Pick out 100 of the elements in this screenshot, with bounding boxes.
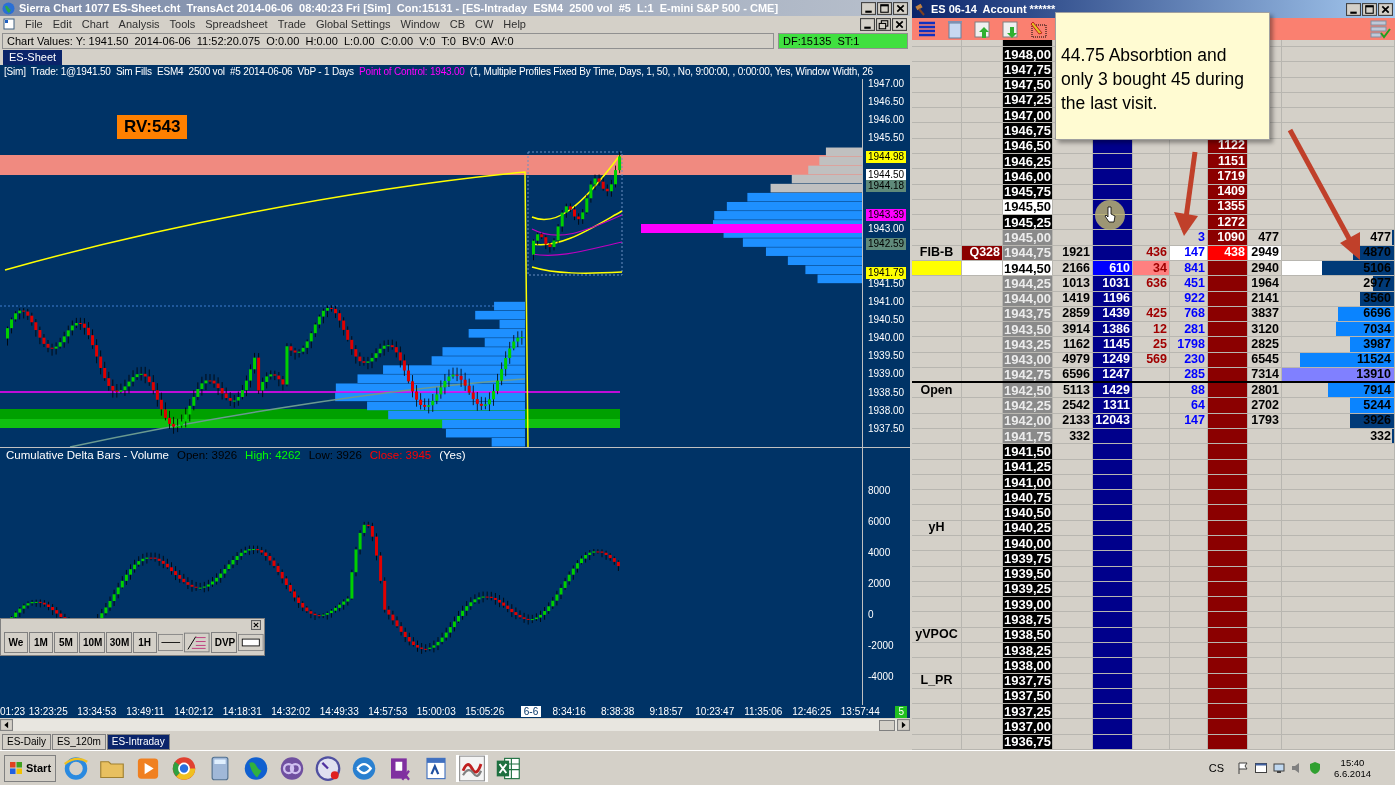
- timeframe-button[interactable]: 1M: [29, 632, 53, 653]
- document-icon[interactable]: [3, 18, 15, 30]
- ask-cell[interactable]: [1208, 383, 1248, 398]
- menu-item[interactable]: Trade: [277, 18, 306, 30]
- language-indicator[interactable]: CS: [1208, 762, 1224, 774]
- timeframe-button[interactable]: 5M: [54, 632, 78, 653]
- line-tool-icon[interactable]: [157, 632, 184, 653]
- ask-cell[interactable]: [1208, 704, 1248, 719]
- checklist-icon[interactable]: [1368, 19, 1392, 39]
- scroll-left-icon[interactable]: [0, 719, 13, 731]
- ask-cell[interactable]: [1208, 505, 1248, 520]
- ask-cell[interactable]: [1208, 444, 1248, 459]
- close-button[interactable]: [251, 620, 261, 630]
- bid-cell[interactable]: [1093, 429, 1133, 444]
- chart-tab[interactable]: ES-Intraday: [106, 734, 170, 750]
- menu-item[interactable]: File: [25, 18, 43, 30]
- close-button[interactable]: [1378, 2, 1393, 16]
- bid-cell[interactable]: 1311: [1093, 398, 1133, 413]
- minimize-button[interactable]: [860, 17, 875, 31]
- minimize-button[interactable]: [1346, 2, 1361, 16]
- ask-cell[interactable]: 1090: [1208, 230, 1248, 245]
- scroll-right-icon[interactable]: [897, 719, 910, 731]
- bid-cell[interactable]: [1093, 704, 1133, 719]
- menu-item[interactable]: Help: [503, 18, 526, 30]
- price-cell[interactable]: 1946,00: [1003, 169, 1053, 184]
- price-cell[interactable]: 1941,50: [1003, 444, 1053, 459]
- ask-cell[interactable]: [1208, 322, 1248, 337]
- bid-cell[interactable]: 1031: [1093, 276, 1133, 291]
- rectangle-tool-icon[interactable]: [238, 632, 264, 653]
- bid-cell[interactable]: [1093, 658, 1133, 673]
- price-cell[interactable]: 1938,00: [1003, 658, 1053, 673]
- price-cell[interactable]: 1947,75: [1003, 62, 1053, 77]
- timeframe-button[interactable]: 30M: [105, 632, 132, 653]
- maximize-button[interactable]: [1362, 2, 1377, 16]
- bid-cell[interactable]: 1429: [1093, 383, 1133, 398]
- ask-cell[interactable]: [1208, 658, 1248, 673]
- menu-item[interactable]: Spreadsheet: [205, 18, 268, 30]
- price-cell[interactable]: 1940,75: [1003, 490, 1053, 505]
- ask-cell[interactable]: [1208, 276, 1248, 291]
- maximize-button[interactable]: [877, 1, 892, 15]
- price-cell[interactable]: 1940,50: [1003, 505, 1053, 520]
- close-button[interactable]: [892, 17, 907, 31]
- scrollbar[interactable]: [0, 719, 910, 731]
- chart-tab[interactable]: ES_120m: [51, 734, 106, 750]
- menu-item[interactable]: CB: [449, 18, 465, 30]
- start-button[interactable]: Start: [4, 754, 57, 782]
- close-button[interactable]: [893, 1, 908, 15]
- ask-cell[interactable]: [1208, 597, 1248, 612]
- network-icon[interactable]: [1272, 761, 1286, 775]
- price-cell[interactable]: 1939,00: [1003, 597, 1053, 612]
- bid-cell[interactable]: [1093, 612, 1133, 627]
- chart-tab[interactable]: ES-Daily: [2, 734, 51, 750]
- timeframe-button[interactable]: We: [4, 632, 28, 653]
- price-cell[interactable]: 1940,00: [1003, 536, 1053, 551]
- bid-cell[interactable]: [1093, 597, 1133, 612]
- ask-cell[interactable]: 1272: [1208, 215, 1248, 230]
- timeframe-button[interactable]: DVP: [210, 632, 238, 653]
- bid-cell[interactable]: [1093, 490, 1133, 505]
- bid-cell[interactable]: [1093, 536, 1133, 551]
- timeframe-button[interactable]: 1H: [132, 632, 157, 653]
- menu-item[interactable]: Tools: [169, 18, 196, 30]
- sheet-tab[interactable]: ES-Sheet: [3, 50, 63, 65]
- ask-cell[interactable]: [1208, 551, 1248, 566]
- ask-cell[interactable]: 1719: [1208, 169, 1248, 184]
- price-cell[interactable]: 1946,75: [1003, 123, 1053, 138]
- price-cell[interactable]: 1937,25: [1003, 704, 1053, 719]
- price-cell[interactable]: 1939,75: [1003, 551, 1053, 566]
- bid-cell[interactable]: [1093, 505, 1133, 520]
- flag-icon[interactable]: [1236, 761, 1250, 775]
- bid-cell[interactable]: [1093, 719, 1133, 734]
- ask-cell[interactable]: [1208, 337, 1248, 352]
- menu-item[interactable]: Global Settings: [316, 18, 391, 30]
- menu-item[interactable]: Chart: [81, 18, 109, 30]
- minimize-button[interactable]: [861, 1, 876, 15]
- ask-cell[interactable]: [1208, 536, 1248, 551]
- fibonacci-tool-icon[interactable]: [184, 632, 210, 653]
- price-cell[interactable]: 1947,00: [1003, 108, 1053, 123]
- scroll-thumb[interactable]: [879, 719, 895, 731]
- ask-cell[interactable]: [1208, 429, 1248, 444]
- price-cell[interactable]: 1938,75: [1003, 612, 1053, 627]
- menu-item[interactable]: Analysis: [118, 18, 160, 30]
- menu-item[interactable]: Edit: [52, 18, 72, 30]
- bid-cell[interactable]: [1093, 551, 1133, 566]
- menu-item[interactable]: CW: [475, 18, 494, 30]
- bid-cell[interactable]: [1093, 230, 1133, 245]
- price-cell[interactable]: 1945,25: [1003, 215, 1053, 230]
- bid-cell[interactable]: [1093, 444, 1133, 459]
- price-cell[interactable]: 1948,00: [1003, 47, 1053, 62]
- restore-button[interactable]: [876, 17, 891, 31]
- ask-cell[interactable]: [1208, 719, 1248, 734]
- ask-cell[interactable]: [1208, 490, 1248, 505]
- menu-item[interactable]: Window: [400, 18, 440, 30]
- taskbar-app-icon[interactable]: [456, 754, 489, 782]
- bid-cell[interactable]: 1386: [1093, 322, 1133, 337]
- bid-cell[interactable]: [1093, 169, 1133, 184]
- bid-cell[interactable]: 1145: [1093, 337, 1133, 352]
- window-icon[interactable]: [1254, 761, 1268, 775]
- ask-cell[interactable]: [1208, 398, 1248, 413]
- ask-cell[interactable]: [1208, 612, 1248, 627]
- price-cell[interactable]: 1937,00: [1003, 719, 1053, 734]
